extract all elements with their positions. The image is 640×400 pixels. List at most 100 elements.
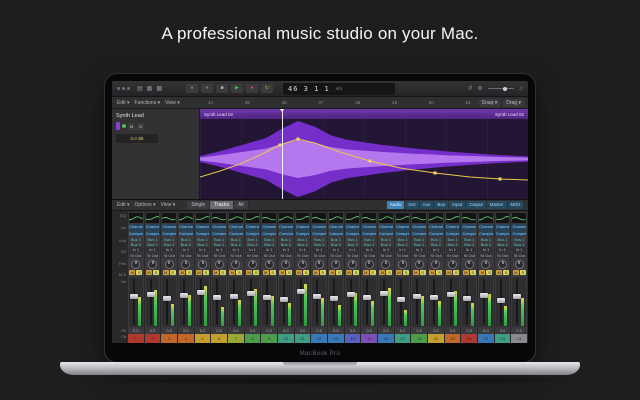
insert-slot[interactable]: Channel EQ	[429, 224, 443, 230]
channel-strip[interactable]: Channel EQCompressorBus 1Bus 2In 1St Out…	[245, 212, 261, 343]
channel-strip[interactable]: Channel EQCompressorBus 1Bus 2In 1St Out…	[411, 212, 427, 343]
fader-cap[interactable]	[447, 292, 455, 297]
eq-thumbnail[interactable]	[162, 213, 176, 223]
pan-knob[interactable]	[381, 260, 390, 269]
channel-label[interactable]: 21	[461, 334, 477, 343]
mute-button[interactable]: M	[196, 270, 202, 275]
play-button[interactable]: ▶	[231, 84, 243, 93]
fader[interactable]	[262, 277, 276, 327]
fader-cap[interactable]	[480, 293, 488, 298]
lcd-display[interactable]: 46 3 1 1 4/4	[283, 83, 395, 95]
editor-menu-view[interactable]: View ▾	[165, 100, 180, 106]
filter-output[interactable]: Output	[466, 201, 486, 209]
pan-knob[interactable]	[215, 260, 224, 269]
mute-button[interactable]: M	[163, 270, 169, 275]
region-header[interactable]: Synth Lead 02 Synth Lead 02	[200, 109, 528, 119]
output-slot[interactable]: St Out	[129, 253, 143, 258]
filter-midi[interactable]: MIDI	[508, 201, 524, 209]
fader[interactable]	[162, 277, 176, 327]
mute-button[interactable]: M	[379, 270, 385, 275]
solo-button[interactable]: S	[420, 270, 426, 275]
channel-strip[interactable]: Channel EQCompressorBus 1Bus 2In 1St Out…	[128, 212, 144, 343]
fader[interactable]	[329, 277, 343, 327]
fader[interactable]	[279, 277, 293, 327]
fader[interactable]	[496, 277, 510, 327]
pan-knob[interactable]	[415, 260, 424, 269]
insert-slot[interactable]: Channel EQ	[312, 224, 326, 230]
input-slot[interactable]: In 1	[362, 247, 376, 252]
cycle-button[interactable]: ↻	[261, 84, 273, 93]
insert-slot[interactable]: Channel EQ	[212, 224, 226, 230]
pan-knob[interactable]	[198, 260, 207, 269]
insert-slot[interactable]: Compressor	[229, 231, 243, 237]
fader-cap[interactable]	[380, 291, 388, 296]
solo-button[interactable]: S	[436, 270, 442, 275]
channel-label[interactable]: 13	[328, 334, 344, 343]
eq-thumbnail[interactable]	[346, 213, 360, 223]
output-slot[interactable]: St Out	[429, 253, 443, 258]
solo-button[interactable]: S	[136, 270, 142, 275]
fader[interactable]	[412, 277, 426, 327]
solo-button[interactable]: S	[336, 270, 342, 275]
eq-thumbnail[interactable]	[446, 213, 460, 223]
eq-thumbnail[interactable]	[262, 213, 276, 223]
pan-knob[interactable]	[165, 260, 174, 269]
insert-slot[interactable]: Channel EQ	[396, 224, 410, 230]
pan-knob[interactable]	[515, 260, 524, 269]
channel-label[interactable]: 24	[511, 334, 527, 343]
output-slot[interactable]: St Out	[412, 253, 426, 258]
mute-button[interactable]: M	[329, 270, 335, 275]
output-slot[interactable]: St Out	[479, 253, 493, 258]
solo-button[interactable]: S	[220, 270, 226, 275]
pan-knob[interactable]	[298, 260, 307, 269]
fader-cap[interactable]	[247, 291, 255, 296]
insert-slot[interactable]: Compressor	[379, 231, 393, 237]
input-slot[interactable]: In 1	[262, 247, 276, 252]
input-slot[interactable]: In 1	[346, 247, 360, 252]
insert-slot[interactable]: Compressor	[129, 231, 143, 237]
solo-button[interactable]: S	[353, 270, 359, 275]
drag-dropdown[interactable]: Drag ▾	[503, 99, 524, 107]
channel-label[interactable]: 23	[495, 334, 511, 343]
insert-slot[interactable]: Channel EQ	[262, 224, 276, 230]
pan-knob[interactable]	[281, 260, 290, 269]
insert-slot[interactable]: Channel EQ	[129, 224, 143, 230]
eq-thumbnail[interactable]	[129, 213, 143, 223]
mute-button[interactable]: M	[213, 270, 219, 275]
eq-thumbnail[interactable]	[412, 213, 426, 223]
channel-label[interactable]: 22	[478, 334, 494, 343]
eq-thumbnail[interactable]	[312, 213, 326, 223]
channel-label[interactable]: 15	[361, 334, 377, 343]
insert-slot[interactable]: Channel EQ	[479, 224, 493, 230]
mute-button[interactable]: M	[446, 270, 452, 275]
fader[interactable]	[179, 277, 193, 327]
insert-slot[interactable]: Channel EQ	[146, 224, 160, 230]
channel-strip[interactable]: Channel EQCompressorBus 1Bus 2In 1St Out…	[161, 212, 177, 343]
output-slot[interactable]: St Out	[279, 253, 293, 258]
input-slot[interactable]: In 1	[429, 247, 443, 252]
mixer-menu-view[interactable]: View ▾	[161, 202, 176, 208]
solo-button[interactable]: S	[170, 270, 176, 275]
insert-slot[interactable]: Compressor	[346, 231, 360, 237]
output-slot[interactable]: St Out	[229, 253, 243, 258]
insert-slot[interactable]: Channel EQ	[162, 224, 176, 230]
pan-knob[interactable]	[331, 260, 340, 269]
fader-cap[interactable]	[197, 290, 205, 295]
fader-cap[interactable]	[147, 292, 155, 297]
insert-slot[interactable]: Compressor	[362, 231, 376, 237]
insert-slot[interactable]: Compressor	[412, 231, 426, 237]
eq-thumbnail[interactable]	[496, 213, 510, 223]
list-editors-icon[interactable]: ≣	[477, 86, 482, 92]
output-slot[interactable]: St Out	[346, 253, 360, 258]
fader-cap[interactable]	[163, 296, 171, 301]
fader-cap[interactable]	[497, 298, 505, 303]
mixer-view-all[interactable]: All	[234, 201, 249, 209]
mixer-icon[interactable]: ▩	[156, 86, 162, 92]
editor-menu-edit[interactable]: Edit ▾	[117, 100, 130, 106]
solo-button[interactable]: S	[386, 270, 392, 275]
channel-label[interactable]: 14	[345, 334, 361, 343]
fader[interactable]	[246, 277, 260, 327]
snap-dropdown[interactable]: Snap ▾	[479, 99, 501, 107]
insert-slot[interactable]: Compressor	[329, 231, 343, 237]
channel-label[interactable]: 9	[261, 334, 277, 343]
